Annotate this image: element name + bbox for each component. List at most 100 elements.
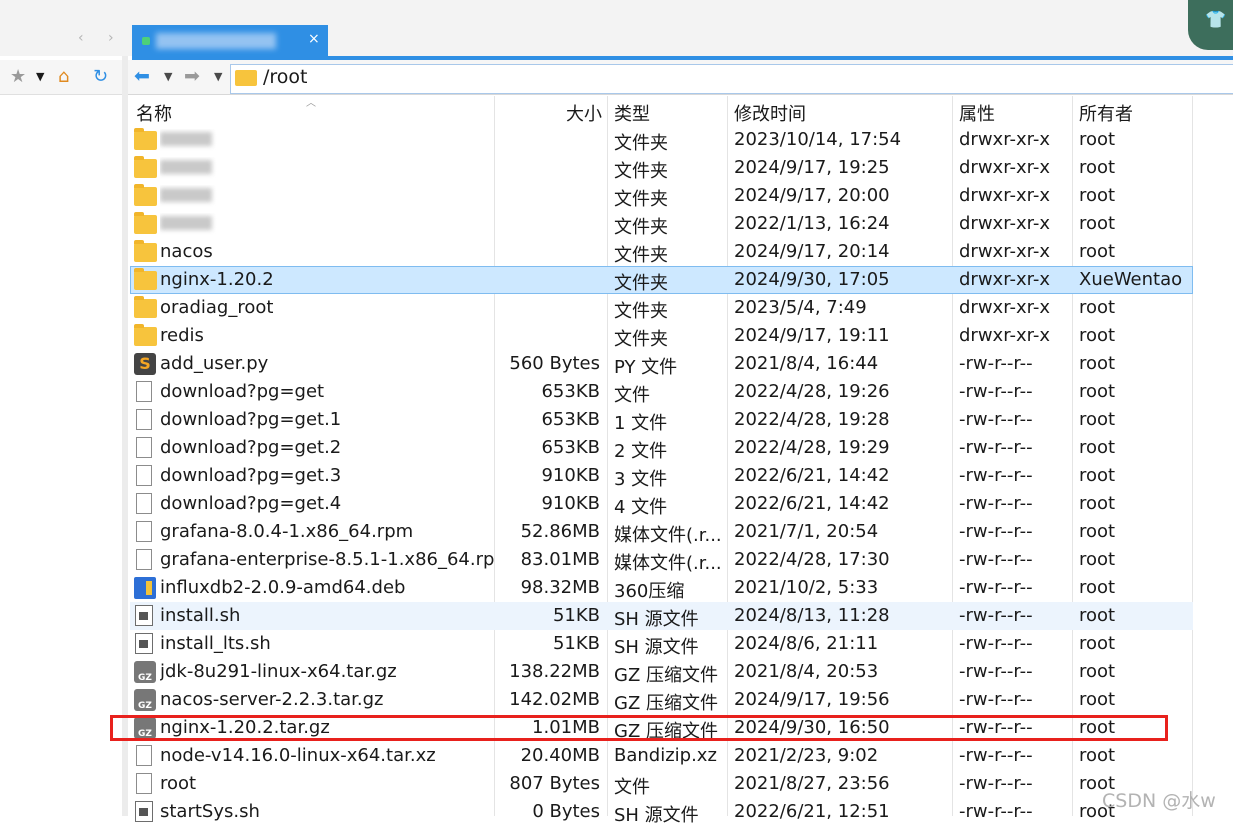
file-date: 2024/8/6, 21:11 (734, 633, 879, 654)
file-size: 653KB (541, 409, 600, 430)
file-size: 910KB (541, 493, 600, 514)
file-name: startSys.sh (160, 801, 260, 822)
file-type: 文件夹 (614, 245, 668, 266)
file-row[interactable]: download?pg=get.4 910KB 4 文件 2022/6/21, 14:… (130, 490, 1193, 518)
file-row[interactable]: Sadd_user.py 560 Bytes PY 文件 2021/8/4, 16:4… (130, 350, 1193, 378)
file-row[interactable]: download?pg=get.3 910KB 3 文件 2022/6/21, 14:… (130, 462, 1193, 490)
file-owner: root (1079, 745, 1116, 766)
file-row[interactable]: 文件夹 2023/10/14, 17:54 drwxr-xr-x root (130, 126, 1193, 154)
archive-icon: GZ (134, 689, 156, 711)
file-perm: drwxr-xr-x (959, 269, 1050, 290)
file-date: 2022/4/28, 19:29 (734, 437, 890, 458)
file-size: 807 Bytes (509, 773, 600, 794)
file-list-header: 名称 大小 类型 修改时间 属性 所有者 (130, 96, 1233, 126)
sort-ascending-icon: ︿ (306, 98, 316, 109)
file-row[interactable]: startSys.sh 0 Bytes SH 源文件 2022/6/21, 12:51… (130, 798, 1193, 826)
refresh-icon[interactable]: ↻ (93, 66, 108, 87)
file-type: 4 文件 (614, 497, 668, 518)
file-date: 2021/2/23, 9:02 (734, 745, 879, 766)
file-date: 2022/6/21, 14:42 (734, 465, 890, 486)
file-name: oradiag_root (160, 297, 274, 318)
file-row[interactable]: 文件夹 2022/1/13, 16:24 drwxr-xr-x root (130, 210, 1193, 238)
file-perm: -rw-r--r-- (959, 409, 1033, 430)
file-name (160, 129, 494, 151)
file-name: nacos (160, 241, 213, 262)
file-icon (136, 465, 152, 486)
panel-splitter[interactable] (122, 56, 128, 816)
file-date: 2021/8/4, 20:53 (734, 661, 879, 682)
file-row[interactable]: nginx-1.20.2 文件夹 2024/9/30, 17:05 drwxr-xr-… (130, 266, 1193, 294)
tab-scroll-arrows[interactable]: ‹ › (78, 30, 124, 46)
file-type: 文件 (614, 777, 650, 798)
file-date: 2022/4/28, 19:28 (734, 409, 890, 430)
file-row[interactable]: grafana-8.0.4-1.x86_64.rpm 52.86MB 媒体文件(.r… (130, 518, 1193, 546)
file-owner: root (1079, 521, 1116, 542)
file-row[interactable]: install_lts.sh 51KB SH 源文件 2024/8/6, 21:11 -… (130, 630, 1193, 658)
column-header-modified[interactable]: 修改时间 (734, 100, 806, 126)
forward-arrow-icon[interactable]: ➡ (184, 65, 200, 87)
file-type: 文件夹 (614, 217, 668, 238)
file-row[interactable]: nacos 文件夹 2024/9/17, 20:14 drwxr-xr-x root (130, 238, 1193, 266)
file-row[interactable]: influxdb2-2.0.9-amd64.deb 98.32MB 360压缩 202… (130, 574, 1193, 602)
file-owner: root (1079, 157, 1116, 178)
back-arrow-icon[interactable]: ⬅ (134, 65, 150, 87)
script-file-icon (135, 633, 153, 654)
path-input[interactable]: /root (230, 64, 1233, 94)
file-date: 2021/8/27, 23:56 (734, 773, 890, 794)
shirt-icon: 👕 (1205, 10, 1227, 30)
package-icon (134, 577, 156, 599)
file-owner: root (1079, 381, 1116, 402)
file-row[interactable]: oradiag_root 文件夹 2023/5/4, 7:49 drwxr-xr-x r… (130, 294, 1193, 322)
file-owner: root (1079, 409, 1116, 430)
file-row[interactable]: 文件夹 2024/9/17, 20:00 drwxr-xr-x root (130, 182, 1193, 210)
file-perm: drwxr-xr-x (959, 297, 1050, 318)
column-header-type[interactable]: 类型 (614, 100, 650, 126)
file-row[interactable]: download?pg=get.2 653KB 2 文件 2022/4/28, 19:… (130, 434, 1193, 462)
close-tab-icon[interactable]: × (308, 31, 320, 47)
back-history-chevron-icon[interactable]: ▼ (164, 70, 172, 83)
session-tab[interactable]: × (132, 25, 328, 58)
file-type: 文件夹 (614, 161, 668, 182)
file-type: Bandizip.xz (614, 745, 717, 766)
column-header-name[interactable]: 名称 (136, 100, 172, 126)
column-header-size[interactable]: 大小 (566, 100, 602, 126)
file-name: jdk-8u291-linux-x64.tar.gz (160, 661, 397, 682)
star-icon[interactable]: ★ (10, 66, 26, 87)
file-name: install.sh (160, 605, 241, 626)
file-icon (136, 409, 152, 430)
file-row[interactable]: GZ jdk-8u291-linux-x64.tar.gz 138.22MB GZ 压… (130, 658, 1193, 686)
file-name: download?pg=get.1 (160, 409, 342, 430)
python-file-icon: S (134, 353, 156, 375)
file-perm: -rw-r--r-- (959, 661, 1033, 682)
file-row[interactable]: download?pg=get 653KB 文件 2022/4/28, 19:26 -r… (130, 378, 1193, 406)
file-row[interactable]: install.sh 51KB SH 源文件 2024/8/13, 11:28 -rw-… (130, 602, 1193, 630)
file-row[interactable]: 文件夹 2024/9/17, 19:25 drwxr-xr-x root (130, 154, 1193, 182)
skin-button[interactable]: 👕 (1188, 0, 1233, 50)
file-row[interactable]: node-v14.16.0-linux-x64.tar.xz 20.40MB Ban… (130, 742, 1193, 770)
file-type: 2 文件 (614, 441, 668, 462)
forward-history-chevron-icon[interactable]: ▼ (214, 70, 222, 83)
file-owner: root (1079, 689, 1116, 710)
file-type: SH 源文件 (614, 805, 699, 826)
home-icon[interactable]: ⌂ (58, 66, 69, 87)
file-owner: XueWentao (1079, 269, 1183, 290)
file-icon (136, 521, 152, 542)
file-row[interactable]: grafana-enterprise-8.5.1-1.x86_64.rp... 8… (130, 546, 1193, 574)
file-perm: -rw-r--r-- (959, 521, 1033, 542)
file-row[interactable]: GZ nacos-server-2.2.3.tar.gz 142.02MB GZ 压缩… (130, 686, 1193, 714)
file-row[interactable]: download?pg=get.1 653KB 1 文件 2022/4/28, 19:… (130, 406, 1193, 434)
file-owner: root (1079, 185, 1116, 206)
file-perm: -rw-r--r-- (959, 493, 1033, 514)
file-row[interactable]: redis 文件夹 2024/9/17, 19:11 drwxr-xr-x root (130, 322, 1193, 350)
column-header-permissions[interactable]: 属性 (959, 100, 995, 126)
chevron-down-icon[interactable]: ▼ (36, 70, 44, 83)
file-name: download?pg=get.4 (160, 493, 342, 514)
file-owner: root (1079, 129, 1116, 150)
file-owner: root (1079, 605, 1116, 626)
file-date: 2021/8/4, 16:44 (734, 353, 879, 374)
file-date: 2024/9/17, 19:25 (734, 157, 890, 178)
column-header-owner[interactable]: 所有者 (1079, 100, 1133, 126)
file-row[interactable]: root 807 Bytes 文件 2021/8/27, 23:56 -rw-r--r-… (130, 770, 1193, 798)
file-type: 1 文件 (614, 413, 668, 434)
file-name: influxdb2-2.0.9-amd64.deb (160, 577, 406, 598)
